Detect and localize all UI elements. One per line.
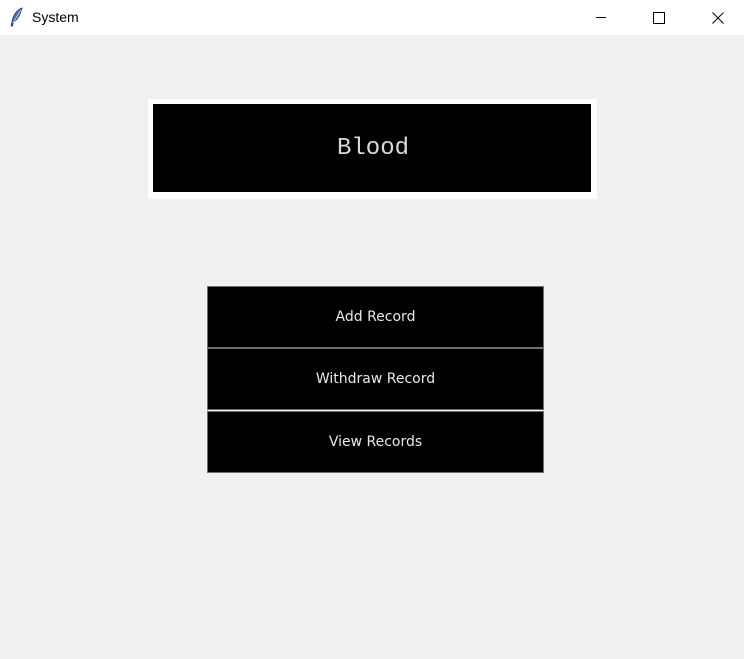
- feather-icon: [9, 7, 25, 27]
- main-window-content: Blood Add Record Withdraw Record View Re…: [0, 35, 744, 659]
- minimize-icon: [596, 17, 606, 18]
- window-title: System: [32, 9, 79, 25]
- header-frame: Blood: [148, 99, 597, 199]
- withdraw-record-button[interactable]: Withdraw Record: [207, 348, 544, 410]
- add-record-button[interactable]: Add Record: [207, 286, 544, 348]
- maximize-button[interactable]: [635, 0, 681, 35]
- view-records-button[interactable]: View Records: [207, 411, 544, 473]
- header-title: Blood: [153, 104, 591, 192]
- maximize-icon: [653, 12, 665, 24]
- close-button[interactable]: [694, 0, 740, 35]
- minimize-button[interactable]: [577, 0, 623, 35]
- close-icon: [712, 12, 724, 24]
- title-bar[interactable]: System: [0, 0, 744, 35]
